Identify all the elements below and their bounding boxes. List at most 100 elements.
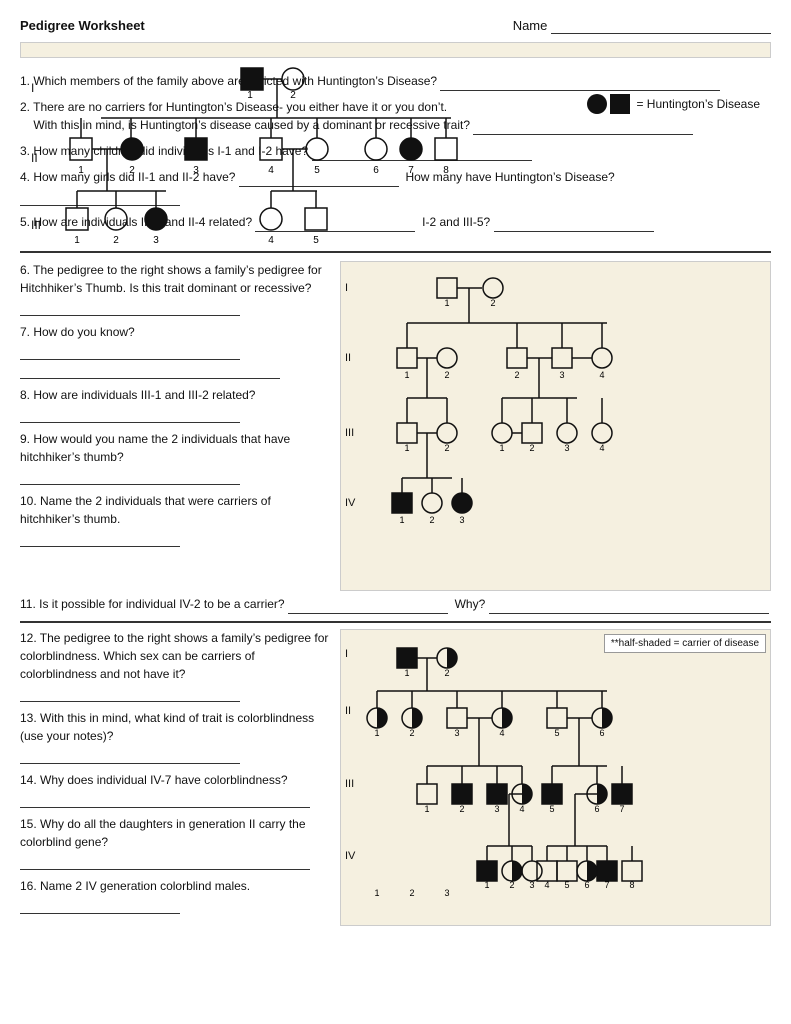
svg-text:8: 8 <box>443 165 449 176</box>
svg-text:2: 2 <box>490 298 495 308</box>
svg-text:5: 5 <box>564 880 569 890</box>
svg-text:3: 3 <box>459 515 464 525</box>
svg-text:2: 2 <box>129 165 135 176</box>
svg-text:1: 1 <box>74 235 80 246</box>
pedigree-2-svg: 1 2 1 2 1 2 <box>347 268 697 568</box>
svg-text:3: 3 <box>444 888 449 898</box>
answer-11b[interactable] <box>489 595 769 614</box>
answer-11a[interactable] <box>288 595 448 614</box>
svg-text:5: 5 <box>554 728 559 738</box>
svg-text:1: 1 <box>484 880 489 890</box>
svg-text:4: 4 <box>268 165 274 176</box>
pedigree-3-svg: 1 2 1 2 3 <box>347 636 687 916</box>
gen2-label-IV: IV <box>345 497 355 509</box>
colorblind-note: **half-shaded = carrier of disease <box>604 634 766 653</box>
question-7: 7. How do you know? <box>20 323 330 379</box>
gen3-label-IV: IV <box>345 850 355 862</box>
svg-text:4: 4 <box>599 443 604 453</box>
gen3-label-I: I <box>345 648 348 660</box>
svg-text:5: 5 <box>549 804 554 814</box>
answer-7b[interactable] <box>20 360 280 379</box>
answer-16[interactable] <box>20 895 180 914</box>
svg-text:1: 1 <box>374 888 379 898</box>
svg-text:6: 6 <box>594 804 599 814</box>
svg-text:6: 6 <box>584 880 589 890</box>
svg-text:1: 1 <box>499 443 504 453</box>
svg-text:1: 1 <box>247 90 253 101</box>
name-field-label: Name <box>513 18 771 34</box>
gen2-label-III: III <box>345 427 354 439</box>
svg-text:2: 2 <box>429 515 434 525</box>
svg-text:7: 7 <box>604 880 609 890</box>
answer-10[interactable] <box>20 528 180 547</box>
svg-text:1: 1 <box>404 668 409 678</box>
svg-text:3: 3 <box>494 804 499 814</box>
svg-text:2: 2 <box>529 443 534 453</box>
svg-text:5: 5 <box>313 235 319 246</box>
question-9: 9. How would you name the 2 individuals … <box>20 430 330 485</box>
answer-7a[interactable] <box>20 341 240 360</box>
svg-text:8: 8 <box>629 880 634 890</box>
legend: = Huntington’s Disease <box>586 93 760 115</box>
answer-6[interactable] <box>20 297 240 316</box>
name-blank[interactable] <box>551 18 771 34</box>
legend-label: = Huntington’s Disease <box>636 97 760 111</box>
svg-text:7: 7 <box>408 165 414 176</box>
svg-text:6: 6 <box>373 165 379 176</box>
question-6: 6. The pedigree to the right shows a fam… <box>20 261 330 316</box>
svg-text:4: 4 <box>544 880 549 890</box>
question-12: 12. The pedigree to the right shows a fa… <box>20 629 330 702</box>
page-header: Pedigree Worksheet Name <box>20 18 771 34</box>
answer-15[interactable] <box>20 851 310 870</box>
section-divider-2 <box>20 621 771 623</box>
question-8: 8. How are individuals III-1 and III-2 r… <box>20 386 330 423</box>
svg-text:2: 2 <box>514 370 519 380</box>
svg-text:2: 2 <box>509 880 514 890</box>
svg-text:3: 3 <box>153 235 159 246</box>
svg-text:2: 2 <box>444 668 449 678</box>
svg-text:2: 2 <box>444 443 449 453</box>
question-14: 14. Why does individual IV-7 have colorb… <box>20 771 330 808</box>
svg-text:1: 1 <box>424 804 429 814</box>
svg-text:2: 2 <box>409 728 414 738</box>
hitchhiker-questions: 6. The pedigree to the right shows a fam… <box>20 261 330 591</box>
svg-text:4: 4 <box>499 728 504 738</box>
svg-text:5: 5 <box>314 165 320 176</box>
svg-text:4: 4 <box>268 235 274 246</box>
svg-text:2: 2 <box>459 804 464 814</box>
pedigree-2-container: I II III IV 1 2 1 2 <box>340 261 771 591</box>
svg-text:2: 2 <box>290 90 296 101</box>
svg-text:3: 3 <box>454 728 459 738</box>
svg-text:6: 6 <box>599 728 604 738</box>
gen2-label-I: I <box>345 282 348 294</box>
answer-14[interactable] <box>20 789 310 808</box>
colorblind-questions: 12. The pedigree to the right shows a fa… <box>20 629 330 926</box>
gen2-label-II: II <box>345 352 351 364</box>
svg-text:4: 4 <box>599 370 604 380</box>
svg-text:1: 1 <box>444 298 449 308</box>
section-colorblind: 12. The pedigree to the right shows a fa… <box>20 629 771 926</box>
pedigree-1-svg: 1 2 1 2 3 4 5 <box>21 43 541 263</box>
svg-text:2: 2 <box>444 370 449 380</box>
section-hitchhiker: 6. The pedigree to the right shows a fam… <box>20 261 771 591</box>
gen3-label-III: III <box>345 778 354 790</box>
answer-9[interactable] <box>20 466 240 485</box>
answer-13[interactable] <box>20 745 240 764</box>
svg-text:3: 3 <box>559 370 564 380</box>
answer-8[interactable] <box>20 404 240 423</box>
svg-text:3: 3 <box>529 880 534 890</box>
question-15: 15. Why do all the daughters in generati… <box>20 815 330 870</box>
question-13: 13. With this in mind, what kind of trai… <box>20 709 330 764</box>
question-10: 10. Name the 2 individuals that were car… <box>20 492 330 547</box>
svg-text:1: 1 <box>399 515 404 525</box>
pedigree-section-1: I II III 1 2 1 2 3 4 <box>20 42 771 58</box>
svg-text:1: 1 <box>404 443 409 453</box>
svg-text:2: 2 <box>409 888 414 898</box>
svg-text:2: 2 <box>113 235 119 246</box>
svg-text:1: 1 <box>404 370 409 380</box>
answer-12[interactable] <box>20 683 240 702</box>
page-title: Pedigree Worksheet <box>20 18 145 33</box>
svg-text:1: 1 <box>78 165 84 176</box>
svg-text:1: 1 <box>374 728 379 738</box>
question-16: 16. Name 2 IV generation colorblind male… <box>20 877 330 914</box>
